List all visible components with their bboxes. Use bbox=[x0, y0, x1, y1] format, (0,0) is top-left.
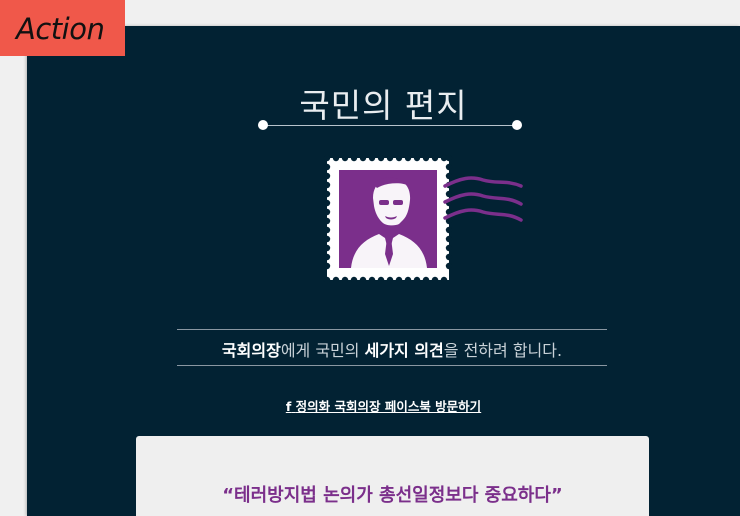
subtitle-highlight: 세가지 의견 bbox=[364, 341, 444, 360]
postage-stamp-icon bbox=[323, 154, 523, 284]
action-badge-label: Action bbox=[16, 12, 105, 46]
divider-dot-left bbox=[258, 120, 268, 130]
facebook-link-label: 정의화 국회의장 페이스북 방문하기 bbox=[295, 399, 482, 414]
subtitle-text-1: 에게 국민의 bbox=[280, 341, 365, 360]
action-badge: Action bbox=[0, 0, 125, 56]
opinion-quote: “테러방지법 논의가 총선일정보다 중요하다” bbox=[222, 485, 563, 506]
divider-dot-right bbox=[512, 120, 522, 130]
quote-panel: “테러방지법 논의가 총선일정보다 중요하다” bbox=[136, 436, 649, 516]
title-divider bbox=[263, 125, 517, 126]
subtitle-rule-bottom bbox=[177, 365, 607, 366]
stamp-illustration bbox=[323, 154, 533, 290]
subtitle: 국회의장에게 국민의 세가지 의견을 전하려 합니다. bbox=[177, 337, 607, 361]
facebook-visit-link[interactable]: f 정의화 국회의장 페이스북 방문하기 bbox=[27, 396, 740, 415]
page-title: 국민의 편지 bbox=[299, 86, 468, 125]
subtitle-recipient: 국회의장 bbox=[221, 341, 281, 360]
letter-card: 국민의 편지 국회의장에게 국민의 세가지 의견을 전하려 합니다. f 정의화… bbox=[27, 26, 740, 516]
postmark-wave-icon bbox=[443, 176, 523, 222]
subtitle-rule-top bbox=[177, 329, 607, 330]
subtitle-text-2: 을 전하려 합니다. bbox=[443, 341, 563, 360]
facebook-icon: f bbox=[285, 399, 292, 414]
